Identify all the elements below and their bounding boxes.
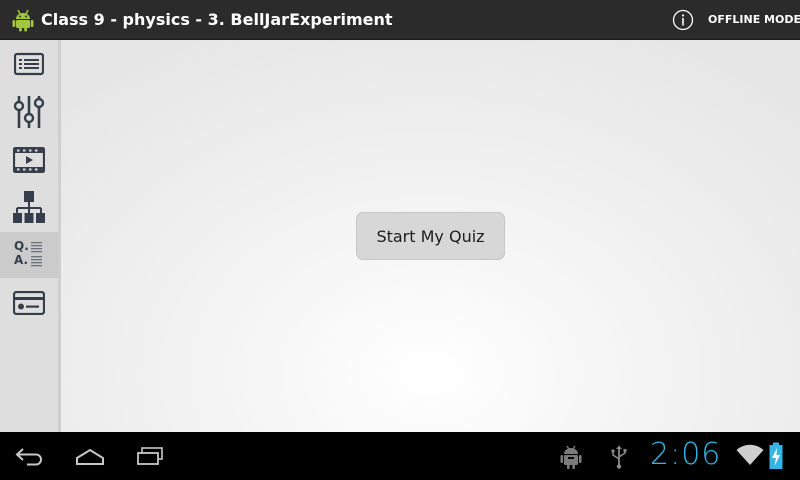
hierarchy-chart-icon [13,191,45,223]
recent-apps-icon [137,447,163,465]
qa-lines-icon [31,242,42,267]
list-icon [14,52,44,76]
page-title: Class 9 - physics - 3. BellJarExperiment [41,10,393,29]
action-bar: Class 9 - physics - 3. BellJarExperiment… [0,0,800,40]
sidebar-item-settings[interactable] [0,89,58,135]
android-debug-icon[interactable] [560,444,582,470]
info-circle-icon[interactable] [672,9,694,31]
qa-q-label: Q. [14,239,29,253]
back-arrow-icon [15,448,42,466]
qa-a-label: A. [14,253,29,267]
battery-charging-icon[interactable] [768,442,784,470]
sidebar-item-list[interactable] [0,41,58,87]
clock[interactable]: 2:06 [650,437,721,473]
flashcard-icon [13,291,45,315]
sliders-icon [13,96,45,128]
sidebar: Q. A. [0,40,61,432]
wifi-icon[interactable] [736,444,764,466]
usb-icon[interactable] [610,445,628,469]
start-quiz-button[interactable]: Start My Quiz [356,212,505,260]
offline-mode-label[interactable]: OFFLINE MODE [708,0,800,40]
home-icon [76,448,104,465]
main-content: Start My Quiz [61,40,800,432]
back-button[interactable] [13,440,47,472]
system-nav-bar: 2:06 [0,432,800,480]
home-button[interactable] [73,440,107,472]
recent-apps-button[interactable] [133,440,167,472]
android-robot-icon[interactable] [12,8,34,32]
sidebar-item-quiz[interactable]: Q. A. [0,232,58,278]
sidebar-item-hierarchy[interactable] [0,184,58,230]
sidebar-item-video[interactable] [0,137,58,183]
video-film-icon [13,147,45,173]
sidebar-item-flashcards[interactable] [0,280,58,326]
qa-icon: Q. A. [14,239,44,269]
